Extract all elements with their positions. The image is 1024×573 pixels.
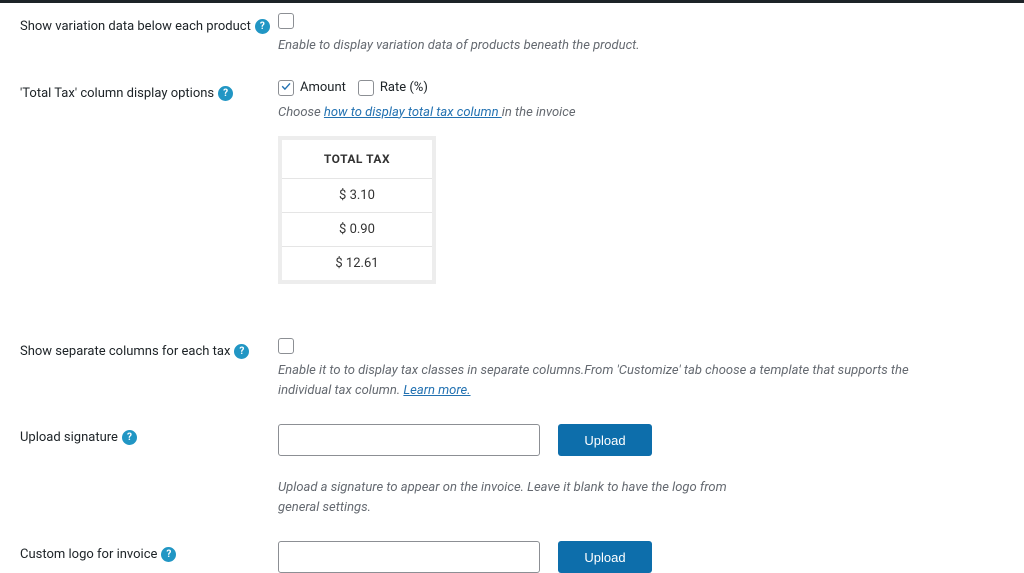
label-variation-data: Show variation data below each product ? [20,13,278,34]
label-text: Show separate columns for each tax [20,344,230,359]
checkbox-rate[interactable] [358,80,374,96]
description-signature: Upload a signature to appear on the invo… [278,478,738,517]
label-separate-cols: Show separate columns for each tax ? [20,338,278,359]
label-text: 'Total Tax' column display options [20,86,214,101]
signature-input[interactable] [278,424,540,456]
help-icon[interactable]: ? [122,430,137,445]
tax-table-cell: $ 0.90 [282,213,432,247]
row-variation-data: Show variation data below each product ?… [20,13,1024,56]
field-custom-logo: Upload [278,541,1024,573]
row-separate-cols: Show separate columns for each tax ? Ena… [20,338,1024,400]
checkbox-separate-cols[interactable] [278,338,294,354]
label-text: Custom logo for invoice [20,547,157,562]
label-rate[interactable]: Rate (%) [380,80,428,95]
desc-text: Enable it to to display tax classes in s… [278,363,909,398]
tax-table-cell: $ 3.10 [282,179,432,213]
tax-table-cell: $ 12.61 [282,247,432,281]
label-amount[interactable]: Amount [300,80,346,95]
desc-suffix: in the invoice [502,105,576,120]
help-icon[interactable]: ? [161,547,176,562]
label-text: Upload signature [20,430,118,445]
help-icon[interactable]: ? [255,19,270,34]
tax-table-preview: TOTAL TAX $ 3.10 $ 0.90 $ 12.61 [278,136,436,284]
custom-logo-input[interactable] [278,541,540,573]
field-variation-data: Enable to display variation data of prod… [278,13,1024,56]
help-icon[interactable]: ? [218,86,233,101]
row-total-tax: 'Total Tax' column display options ? Amo… [20,80,1024,289]
upload-logo-row: Upload [278,541,964,573]
upload-logo-button[interactable]: Upload [558,541,652,573]
field-total-tax: Amount Rate (%) Choose how to display to… [278,80,1024,289]
label-custom-logo: Custom logo for invoice ? [20,541,278,562]
label-total-tax: 'Total Tax' column display options ? [20,80,278,101]
total-tax-options: Amount Rate (%) [278,80,964,96]
tax-table-header: TOTAL TAX [282,140,432,179]
field-separate-cols: Enable it to to display tax classes in s… [278,338,1024,400]
description-total-tax: Choose how to display total tax column i… [278,103,964,123]
link-learn-more[interactable]: Learn more. [403,383,470,398]
field-signature: Upload Upload a signature to appear on t… [278,424,1024,517]
row-custom-logo: Custom logo for invoice ? Upload [20,541,1024,573]
help-icon[interactable]: ? [234,344,249,359]
description-variation: Enable to display variation data of prod… [278,36,964,56]
desc-prefix: Choose [278,105,324,120]
tax-table: TOTAL TAX $ 3.10 $ 0.90 $ 12.61 [282,140,432,280]
upload-signature-row: Upload [278,424,964,456]
settings-form: Show variation data below each product ?… [0,3,1024,573]
checkbox-variation-data[interactable] [278,13,294,29]
checkbox-amount[interactable] [278,80,294,96]
link-total-tax-help[interactable]: how to display total tax column [324,105,502,120]
label-text: Show variation data below each product [20,19,251,34]
description-separate-cols: Enable it to to display tax classes in s… [278,361,964,400]
row-signature: Upload signature ? Upload Upload a signa… [20,424,1024,517]
label-signature: Upload signature ? [20,424,278,445]
upload-signature-button[interactable]: Upload [558,424,652,456]
